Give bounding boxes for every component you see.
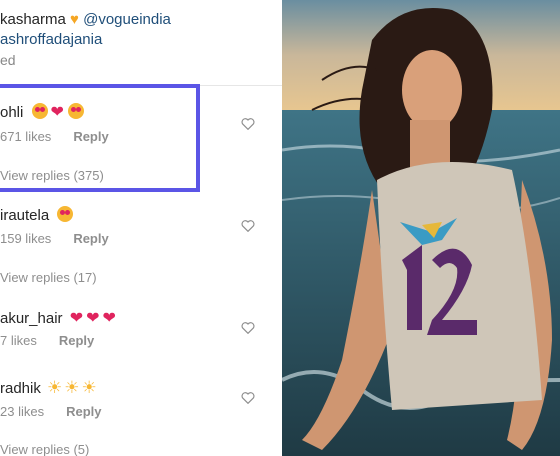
view-replies-link[interactable]: View replies (17) [0,270,97,285]
caption-edited-label: ed [0,52,16,68]
yellow-heart-icon: ♥ [70,11,79,28]
comment-username[interactable]: akur_hair [0,310,63,327]
reply-button[interactable]: Reply [73,231,108,246]
comment-text: irautela [0,206,74,224]
comment-meta: 23 likes Reply [0,404,101,419]
like-heart-icon[interactable] [241,391,255,404]
pink-heart-emoji-icon: ❤ [102,310,116,327]
reply-button[interactable]: Reply [59,333,94,348]
comment-username[interactable]: irautela [0,207,49,224]
like-heart-icon[interactable] [241,219,255,232]
sun-emoji-icon: ☀ [47,378,63,397]
post-photo [282,0,560,456]
pink-heart-emoji-icon: ❤ [69,310,84,327]
comment-meta: 159 likes Reply [0,231,109,246]
comment-likes[interactable]: 23 likes [0,404,44,419]
comment-meta: 7 likes Reply [0,333,94,348]
highlight-box [0,84,200,192]
comment-text: akur_hair ❤ ❤ ❤ [0,308,116,328]
comment-likes[interactable]: 7 likes [0,333,37,348]
comment-text: radhik ☀ ☀ ☀ [0,378,97,398]
like-heart-icon[interactable] [241,321,255,334]
caption-mention-vogue[interactable]: @vogueindia [83,11,171,28]
comment-likes[interactable]: 159 likes [0,231,51,246]
sun-emoji-icon: ☀ [64,378,80,397]
beach-portrait-image [282,0,560,456]
reply-button[interactable]: Reply [66,404,101,419]
heart-eyes-emoji-icon [57,206,74,222]
view-replies-link[interactable]: View replies (5) [0,442,89,456]
like-heart-icon[interactable] [241,117,255,130]
caption-mention-photographer[interactable]: ashroffadajania [0,31,102,48]
comment-username[interactable]: radhik [0,380,41,397]
post-caption: kasharma ♥ @vogueindia ashroffadajania e… [0,10,282,71]
pink-heart-emoji-icon: ❤ [86,310,100,327]
caption-username[interactable]: kasharma [0,11,66,28]
comments-panel: kasharma ♥ @vogueindia ashroffadajania e… [0,0,282,456]
sun-emoji-icon: ☀ [81,378,97,397]
